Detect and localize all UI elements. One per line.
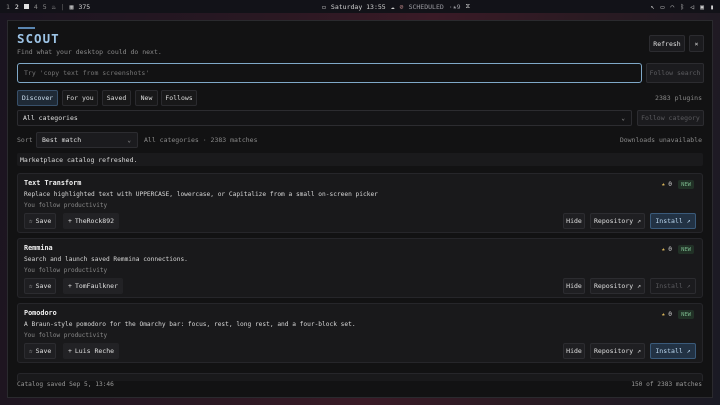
- author-button[interactable]: + TomFaulkner: [63, 278, 123, 294]
- tab-for-you[interactable]: For you: [62, 90, 98, 106]
- plugin-follow-note: You follow productivity: [24, 332, 108, 339]
- title-accent: [18, 27, 35, 29]
- cloud-icon: ☁: [390, 2, 395, 11]
- search-input[interactable]: [17, 63, 642, 83]
- plugin-follow-note: You follow productivity: [24, 202, 108, 209]
- hide-button[interactable]: Hide: [563, 343, 585, 359]
- chevron-down-icon: ⌄: [621, 114, 625, 122]
- scheduled-icon: ⊘: [399, 2, 404, 11]
- save-button[interactable]: ☆ Save: [24, 213, 56, 229]
- plugin-description: A Braun-style pomodoro for the Omarchy b…: [24, 321, 356, 328]
- install-button[interactable]: Install ↗: [650, 343, 696, 359]
- timer-icon: ⧖: [465, 2, 471, 10]
- plugin-description: Search and launch saved Remmina connecti…: [24, 256, 188, 263]
- cpu-icon: ▣: [700, 2, 705, 11]
- repository-button[interactable]: Repository ↗: [590, 213, 645, 229]
- author-button[interactable]: + TheRock892: [63, 213, 119, 229]
- star-icon: ★: [661, 311, 666, 318]
- plugin-card: Text Transform Replace highlighted text …: [17, 173, 703, 233]
- save-button[interactable]: ☆ Save: [24, 278, 56, 294]
- flame-icon: ♨: [51, 2, 56, 11]
- battery-icon: ▭: [660, 2, 665, 11]
- extra-count: 375: [78, 2, 91, 11]
- tab-discover[interactable]: Discover: [17, 90, 58, 106]
- calendar-icon: ▭: [322, 2, 326, 11]
- workspace-4[interactable]: 4: [34, 3, 38, 11]
- plugin-name: Remmina: [24, 244, 53, 252]
- separator: |: [60, 2, 65, 11]
- plugin-name: Pomodoro: [24, 309, 57, 317]
- category-value: All categories: [23, 114, 78, 122]
- app-title: SCOUT: [17, 31, 60, 46]
- plugin-rating: ★ 0: [661, 181, 672, 188]
- save-button[interactable]: ☆ Save: [24, 343, 56, 359]
- plugin-description: Replace highlighted text with UPPERCASE,…: [24, 191, 378, 198]
- grid-icon: ▦: [69, 2, 74, 11]
- wifi-icon[interactable]: ◠: [670, 3, 674, 11]
- sort-select[interactable]: Best match ⌄: [36, 132, 138, 148]
- plus-icon: +: [67, 347, 72, 355]
- volume-icon[interactable]: ◁: [690, 3, 694, 11]
- plugin-card-partial: [17, 373, 703, 381]
- author-button[interactable]: + Luis Reche: [63, 343, 119, 359]
- sort-value: Best match: [42, 136, 82, 144]
- notice-banner: Marketplace catalog refreshed.: [17, 153, 703, 166]
- new-badge: NEW: [678, 310, 694, 319]
- repository-button[interactable]: Repository ↗: [590, 343, 645, 359]
- workspace-2[interactable]: 2: [15, 3, 19, 11]
- battery-level-icon: ▮: [710, 2, 714, 11]
- hide-button[interactable]: Hide: [563, 213, 585, 229]
- workspace-3[interactable]: [23, 4, 29, 9]
- match-count: 150 of 2383 matches: [631, 381, 702, 388]
- hide-button[interactable]: Hide: [563, 278, 585, 294]
- star-icon: ★: [661, 246, 666, 253]
- pointer-icon: ↖: [650, 2, 655, 11]
- star-icon: ★: [661, 181, 666, 188]
- close-button[interactable]: ×: [689, 35, 704, 52]
- plugin-name: Text Transform: [24, 179, 82, 187]
- repository-button[interactable]: Repository ↗: [590, 278, 645, 294]
- star-outline-icon: ☆: [28, 217, 33, 225]
- plus-icon: +: [68, 282, 72, 290]
- new-badge: NEW: [678, 180, 694, 189]
- install-button[interactable]: Install ↗: [650, 213, 696, 229]
- plugin-card: Pomodoro A Braun-style pomodoro for the …: [17, 303, 703, 363]
- status-bar: 1 2 4 5 ♨ | ▦ 375 ▭ Saturday 13:55 ☁ ⊘ S…: [0, 0, 720, 13]
- category-select[interactable]: All categories ⌄: [17, 110, 632, 126]
- plugin-rating: ★ 0: [661, 246, 672, 253]
- plugin-card: Remmina Search and launch saved Remmina …: [17, 238, 703, 298]
- star-outline-icon: ☆: [28, 282, 33, 290]
- scheduled-count: ·★9: [448, 2, 461, 11]
- refresh-button[interactable]: Refresh: [649, 35, 685, 52]
- app-subtitle: Find what your desktop could do next.: [17, 48, 162, 56]
- follow-category-button[interactable]: Follow category: [637, 110, 704, 126]
- tab-follows[interactable]: Follows: [161, 90, 197, 106]
- new-badge: NEW: [678, 245, 694, 254]
- downloads-status: Downloads unavailable: [619, 136, 702, 144]
- scout-window: SCOUT Find what your desktop could do ne…: [7, 20, 713, 398]
- plugin-count: 2383 plugins: [655, 94, 702, 102]
- catalog-saved-status: Catalog saved Sep 5, 13:46: [17, 381, 114, 388]
- star-outline-icon: ☆: [28, 347, 33, 355]
- clock[interactable]: Saturday 13:55: [331, 3, 386, 11]
- tab-new[interactable]: New: [135, 90, 158, 106]
- workspace-5[interactable]: 5: [43, 3, 47, 11]
- bluetooth-icon[interactable]: ᛒ: [680, 3, 684, 11]
- follow-search-button[interactable]: Follow search: [646, 63, 704, 83]
- sort-summary: All categories · 2383 matches: [144, 136, 258, 144]
- chevron-down-icon: ⌄: [127, 136, 131, 144]
- sort-label: Sort: [17, 136, 33, 144]
- scheduled-label: SCHEDULED: [408, 2, 444, 11]
- plugin-follow-note: You follow productivity: [24, 267, 108, 274]
- plugin-rating: ★ 0: [661, 311, 672, 318]
- plus-icon: +: [67, 217, 72, 225]
- workspace-1[interactable]: 1: [6, 3, 10, 11]
- install-button[interactable]: Install ↗: [650, 278, 696, 294]
- tab-saved[interactable]: Saved: [102, 90, 131, 106]
